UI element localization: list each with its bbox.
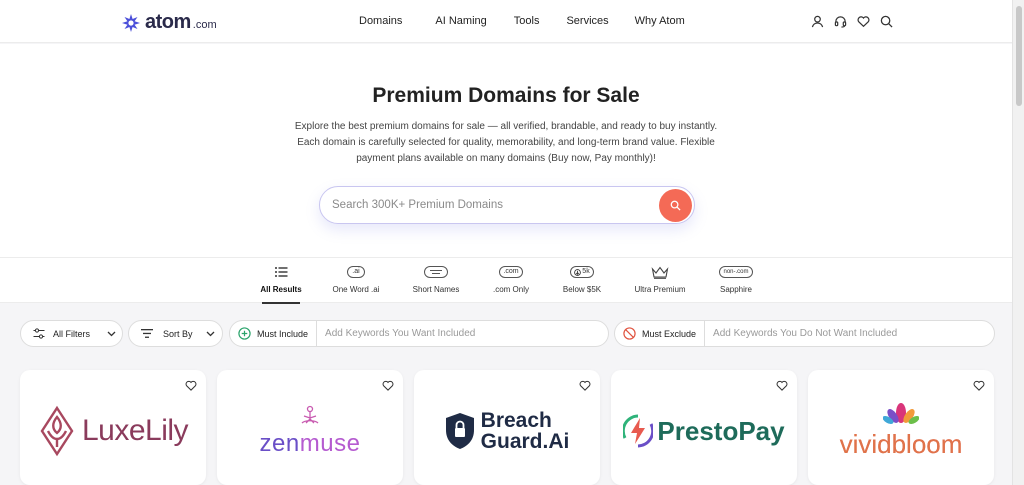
nav-domains[interactable]: Domains (359, 15, 402, 27)
heart-icon[interactable] (382, 378, 394, 396)
atom-logo-icon (122, 13, 140, 32)
crown-icon (651, 265, 669, 279)
list-icon (274, 265, 288, 279)
domain-logo: zenmuse (217, 396, 403, 466)
lotus-flower-icon (883, 403, 919, 424)
shield-lock-icon (445, 413, 474, 449)
domain-card-zenmuse[interactable]: zenmuse (217, 370, 403, 485)
domain-card-prestopay[interactable]: PrestoPay (611, 370, 797, 485)
domain-name-line2: Guard.Ai (480, 430, 570, 453)
all-filters-label: All Filters (53, 328, 91, 339)
nav-ai-naming[interactable]: AI Naming (435, 15, 486, 27)
must-include-toggle[interactable]: Must Include (230, 321, 318, 346)
hero-section: Premium Domains for Sale Explore the bes… (0, 44, 1012, 257)
chevron-down-icon (107, 331, 116, 336)
domain-logo: LuxeLily (20, 396, 206, 466)
must-exclude-input[interactable] (713, 328, 974, 339)
domain-card-vividbloom[interactable]: vividbloom (808, 370, 994, 485)
logo-wordmark: atom (145, 11, 191, 33)
scrollbar-thumb[interactable] (1016, 6, 1022, 106)
tab-label: Ultra Premium (634, 285, 686, 294)
filter-bar: All Filters Sort By Must Include Must Ex… (0, 304, 1012, 364)
heart-icon[interactable] (776, 378, 788, 396)
lightning-bolt-icon (623, 414, 654, 448)
nav-why-atom[interactable]: Why Atom (635, 15, 685, 27)
tab-label: Below $5K (562, 285, 602, 294)
must-include-label: Must Include (257, 328, 309, 339)
main-nav: Domains AI Naming Tools Services Why Ato… (359, 15, 685, 27)
atom-logo[interactable]: atom .com (121, 11, 217, 34)
category-tabs: All Results .ai One Word .ai Short Names… (0, 257, 1012, 304)
must-exclude-label: Must Exclude (642, 328, 697, 339)
headset-icon[interactable] (833, 13, 847, 29)
heart-icon[interactable] (579, 378, 591, 396)
page-title: Premium Domains for Sale (372, 84, 640, 107)
domain-name-part: zen (259, 430, 300, 457)
domain-name: LuxeLily (81, 414, 189, 447)
ai-badge-icon: .ai (347, 265, 365, 279)
heart-icon[interactable] (185, 378, 197, 396)
lily-emblem-icon (40, 405, 74, 457)
heart-icon[interactable] (856, 13, 870, 29)
sort-by-label: Sort By (163, 328, 193, 339)
domain-search-input[interactable] (332, 199, 652, 211)
search-submit-button[interactable] (659, 189, 692, 222)
nav-tools[interactable]: Tools (514, 15, 540, 27)
tab-label: All Results (260, 285, 302, 294)
tab-one-word-ai[interactable]: .ai One Word .ai (311, 265, 401, 294)
com-badge-icon: .com (499, 265, 523, 279)
tab-label: Sapphire (719, 285, 753, 294)
search-icon (670, 200, 681, 211)
domain-name-line1: Breach (480, 409, 552, 432)
domain-logo: vividbloom (808, 396, 994, 466)
header-icons (810, 13, 893, 29)
logo-tld: .com (192, 19, 217, 31)
must-include-input[interactable] (325, 328, 586, 339)
must-exclude-toggle[interactable]: Must Exclude (615, 321, 706, 346)
tab-label: Short Names (412, 285, 460, 294)
search-icon[interactable] (879, 13, 893, 29)
chevron-down-icon (206, 331, 214, 336)
sort-by-button[interactable]: Sort By (128, 320, 223, 347)
domain-logo: Breach Guard.Ai (414, 396, 600, 466)
sliders-icon (33, 328, 45, 339)
page-scrollbar[interactable] (1012, 0, 1024, 485)
meditation-icon (301, 405, 319, 424)
domain-name-part: muse (299, 430, 361, 457)
must-include-field: Must Include (229, 320, 609, 347)
page-description: Explore the best premium domains for sal… (294, 121, 718, 164)
plus-circle-icon (238, 327, 251, 340)
below-5k-icon: 5k (570, 265, 594, 279)
tab-label: One Word .ai (332, 285, 380, 294)
sort-icon (141, 329, 153, 338)
nav-services[interactable]: Services (566, 15, 608, 27)
tab-sapphire[interactable]: non-.com Sapphire (691, 265, 781, 294)
domain-name: vividbloom (839, 429, 963, 459)
must-exclude-field: Must Exclude (614, 320, 995, 347)
domain-card-breachguard-ai[interactable]: Breach Guard.Ai (414, 370, 600, 485)
tab-below-5k[interactable]: 5k Below $5K (537, 265, 627, 294)
short-names-icon (424, 265, 448, 279)
domain-card-luxelily[interactable]: LuxeLily (20, 370, 206, 485)
domain-search-bar (319, 186, 695, 224)
non-com-badge-icon: non-.com (719, 265, 753, 279)
site-header: atom .com Domains AI Naming Tools Servic… (0, 0, 1012, 43)
block-icon (623, 327, 636, 340)
domain-logo: PrestoPay (611, 396, 797, 466)
user-icon[interactable] (810, 13, 824, 29)
all-filters-button[interactable]: All Filters (20, 320, 123, 347)
heart-icon[interactable] (973, 378, 985, 396)
tab-label: .com Only (492, 285, 529, 294)
domain-name: PrestoPay (657, 415, 785, 446)
